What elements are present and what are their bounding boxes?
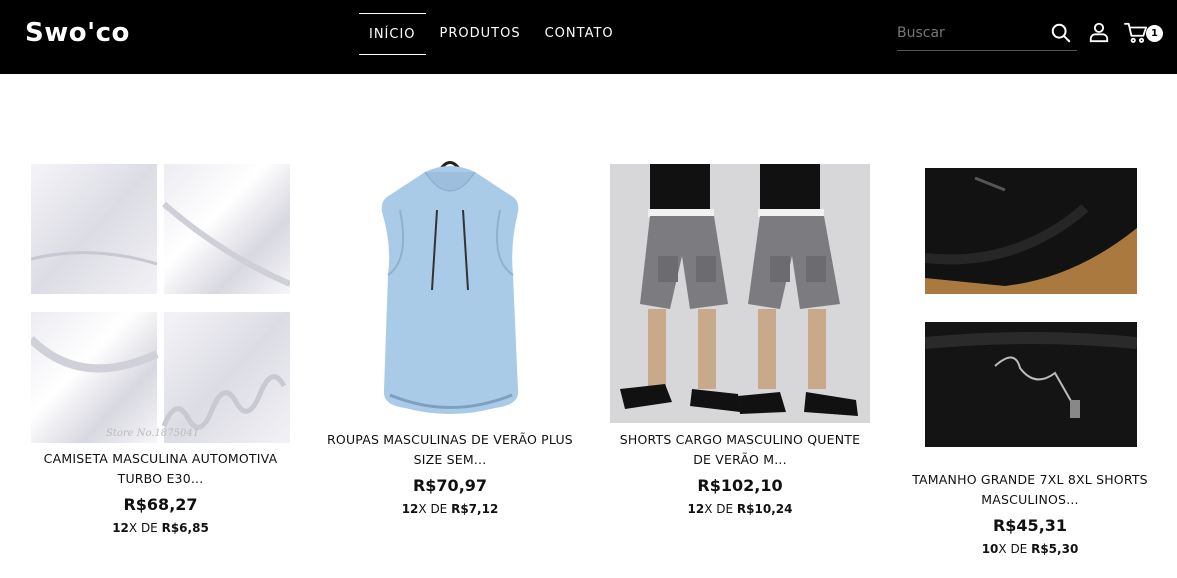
product-image-shorts-cargo[interactable]: [610, 164, 870, 423]
product-name-line1: SHORTS CARGO MASCULINO QUENTE: [619, 432, 861, 447]
product-price: R$70,97: [412, 476, 488, 495]
cart-count-badge: 1: [1146, 25, 1163, 42]
search-box: [897, 18, 1077, 51]
main-nav: INÍCIO PRODUTOS CONTATO: [359, 13, 624, 55]
product-name-line2: MASCULINOS...: [981, 492, 1079, 507]
product-name-line2: SIZE SEM...: [413, 452, 487, 467]
cart-icon[interactable]: [1124, 22, 1148, 44]
product-price: R$45,31: [992, 516, 1068, 535]
search-icon[interactable]: [1050, 22, 1072, 44]
user-icon[interactable]: [1088, 21, 1110, 43]
product-installments: 12X DE R$6,85: [112, 521, 209, 535]
product-installments: 12X DE R$10,24: [687, 502, 793, 516]
product-card-shorts-cargo[interactable]: SHORTS CARGO MASCULINO QUENTE DE VERÃO M…: [610, 430, 870, 518]
product-card-regata[interactable]: ROUPAS MASCULINAS DE VERÃO PLUS SIZE SEM…: [320, 430, 580, 518]
product-card-camiseta[interactable]: CAMISETA MASCULINA AUTOMOTIVA TURBO E30.…: [31, 449, 290, 537]
product-price: R$102,10: [697, 476, 783, 495]
product-name-line2: TURBO E30...: [117, 471, 204, 486]
search-input[interactable]: [897, 18, 1042, 48]
product-name-line2: DE VERÃO M...: [693, 452, 787, 467]
product-image-camiseta[interactable]: Store No.1875041: [31, 164, 290, 443]
product-price: R$68,27: [123, 495, 198, 514]
store-logo[interactable]: Swo'co: [25, 18, 130, 48]
nav-item-inicio[interactable]: INÍCIO: [359, 13, 426, 55]
nav-item-produtos[interactable]: PRODUTOS: [430, 13, 531, 55]
watermark-text: Store No.1875041: [106, 428, 199, 439]
product-name-line1: TAMANHO GRANDE 7XL 8XL SHORTS: [912, 472, 1148, 487]
product-image-regata[interactable]: [320, 150, 580, 425]
product-card-shorts-plus[interactable]: TAMANHO GRANDE 7XL 8XL SHORTS MASCULINOS…: [905, 470, 1155, 558]
product-image-shorts-plus[interactable]: [925, 168, 1137, 447]
product-installments: 12X DE R$7,12: [401, 502, 499, 516]
top-header: Swo'co INÍCIO PRODUTOS CONTATO 1: [0, 0, 1177, 74]
product-installments: 10X DE R$5,30: [981, 542, 1079, 556]
nav-item-contato[interactable]: CONTATO: [535, 13, 624, 55]
product-name-line1: ROUPAS MASCULINAS DE VERÃO PLUS: [327, 432, 573, 447]
product-name-line1: CAMISETA MASCULINA AUTOMOTIVA: [43, 451, 278, 466]
